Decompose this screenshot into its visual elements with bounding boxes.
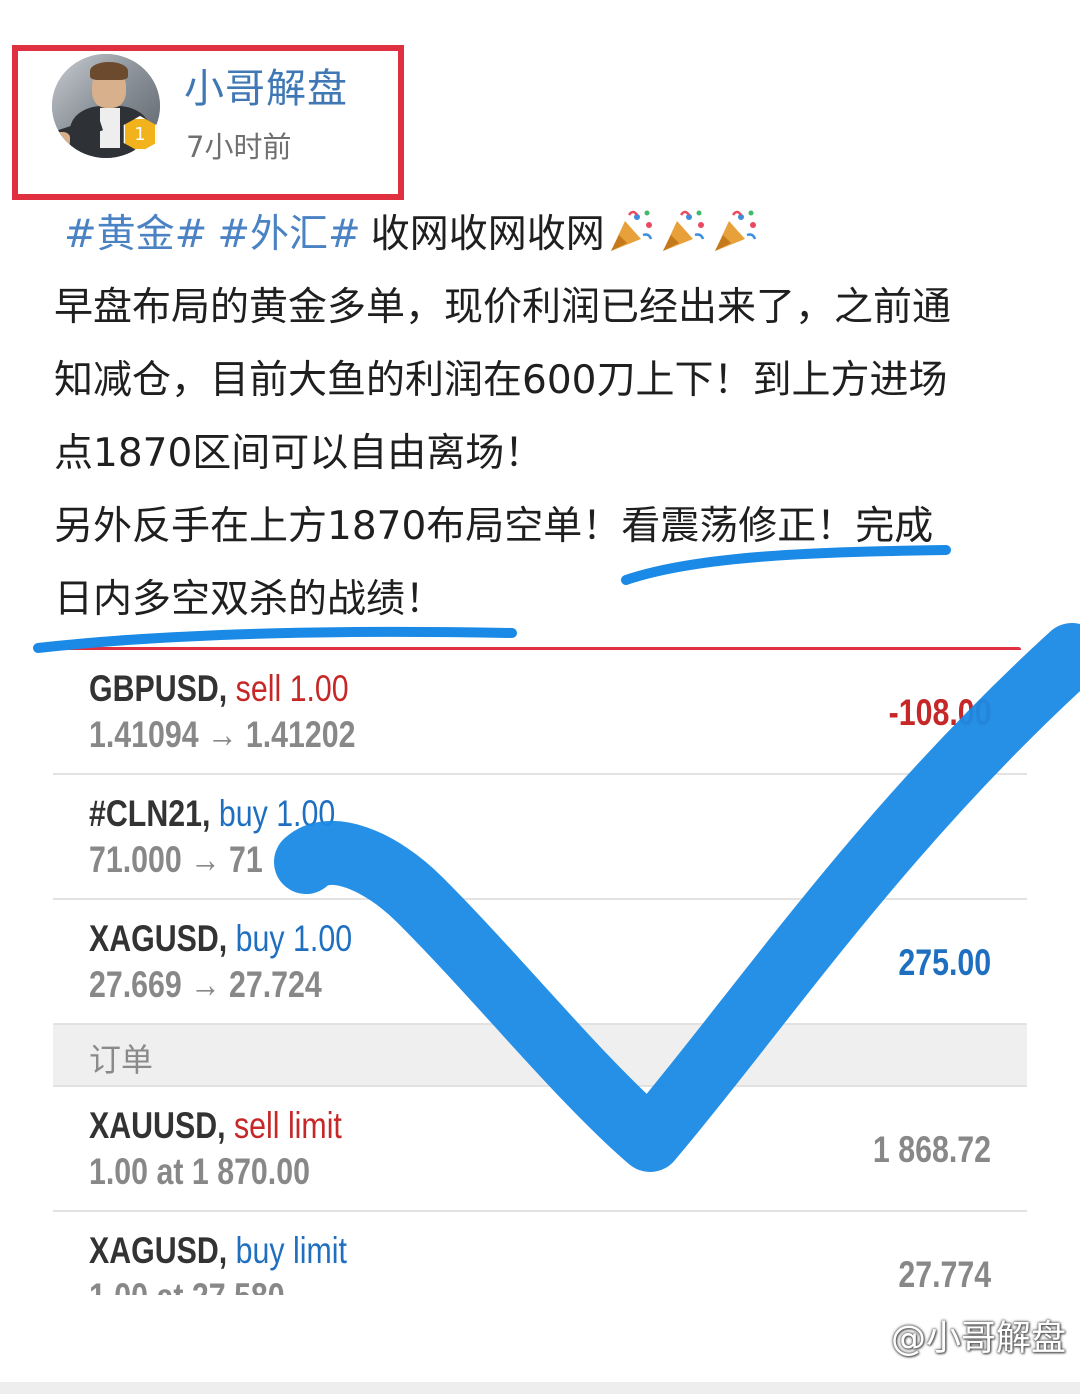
post-headline: 收网收网收网 — [370, 212, 605, 257]
hashtag-forex[interactable]: #外汇# — [217, 212, 360, 257]
order-action: sell limit — [233, 1105, 342, 1146]
order-row[interactable]: XAUUSD, sell limit 1.00 at 1 870.00 1 86… — [53, 1087, 1027, 1212]
trade-prices: 27.669 → 27.724 — [89, 964, 322, 1005]
trade-symbol: #CLN21, — [89, 793, 211, 834]
post-line: 日内多空双杀的战绩！ — [54, 577, 445, 622]
trade-action: sell 1.00 — [235, 668, 349, 709]
trade-action: buy 1.00 — [235, 918, 353, 959]
order-detail: 1.00 at 27.580 — [89, 1276, 285, 1295]
trade-action: buy 1.00 — [218, 793, 336, 834]
trade-list: GBPUSD, sell 1.00 1.41094 → 1.41202 -108… — [53, 650, 1027, 1295]
post-headline-line: #黄金# #外汇# 收网收网收网 — [54, 198, 1034, 271]
order-symbol: XAUUSD, — [89, 1105, 226, 1146]
party-popper-icon — [610, 210, 652, 251]
post-line: 点1870区间可以自由离场！ — [54, 431, 544, 476]
order-symbol: XAGUSD, — [89, 1230, 228, 1271]
trade-prices: 1.41094 → 1.41202 — [89, 714, 356, 755]
party-popper-icon — [662, 210, 704, 251]
order-price: 1 868.72 — [872, 1129, 991, 1170]
order-row[interactable]: XAGUSD, buy limit 1.00 at 27.580 27.774 — [53, 1212, 1027, 1295]
post-line: 另外反手在上方1870布局空单！看震荡修正！完成 — [54, 504, 934, 549]
trade-prices: 71.000 → 71 — [89, 839, 263, 880]
author-name[interactable]: 小哥解盘 — [184, 56, 348, 114]
post-line: 早盘布局的黄金多单，现价利润已经出来了，之前通 — [54, 285, 952, 330]
trade-symbol: GBPUSD, — [89, 668, 228, 709]
trade-row[interactable]: XAGUSD, buy 1.00 27.669 → 27.724 275.00 — [53, 900, 1027, 1025]
orders-section-header: 订单 — [53, 1025, 1027, 1087]
trade-row[interactable]: GBPUSD, sell 1.00 1.41094 → 1.41202 -108… — [53, 650, 1027, 775]
post-line: 知减仓，目前大鱼的利润在600刀上下！到上方进场 — [54, 358, 948, 403]
watermark: @小哥解盘 — [890, 1319, 1066, 1359]
trade-profit: 275.00 — [898, 942, 991, 983]
post-time: 7小时前 — [186, 130, 292, 164]
trade-profit: -108.00 — [888, 692, 991, 733]
orders-header-label: 订单 — [89, 1041, 154, 1079]
post-body: #黄金# #外汇# 收网收网收网 早盘布局的黄金多单，现价利润已经出来了，之前通 知… — [54, 198, 1034, 636]
order-action: buy limit — [235, 1230, 347, 1271]
order-price: 27.774 — [898, 1254, 991, 1295]
bottom-bar — [0, 1382, 1080, 1394]
party-popper-icon — [714, 210, 756, 251]
trade-row[interactable]: #CLN21, buy 1.00 71.000 → 71 — [53, 775, 1027, 900]
trade-symbol: XAGUSD, — [89, 918, 228, 959]
hashtag-gold[interactable]: #黄金# — [64, 212, 207, 257]
post-page: 1 小哥解盘 7小时前 #黄金# #外汇# 收网收网收网 早盘布局的黄金多单，现价利… — [0, 0, 1080, 1394]
order-detail: 1.00 at 1 870.00 — [89, 1151, 310, 1192]
